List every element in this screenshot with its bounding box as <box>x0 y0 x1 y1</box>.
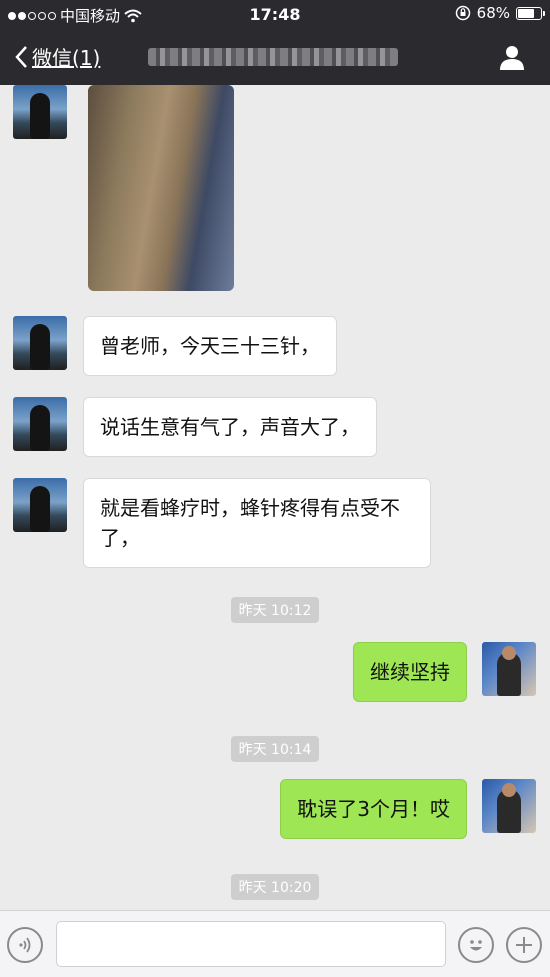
timestamp: 昨天 10:12 <box>0 597 550 623</box>
message-bubble[interactable]: 继续坚持 <box>353 642 467 702</box>
avatar[interactable] <box>13 397 67 451</box>
back-label: 微信(1) <box>32 46 101 70</box>
orientation-lock-icon <box>455 5 470 21</box>
message-text: 继续坚持 <box>370 660 450 684</box>
battery-percent: 68% <box>476 4 510 22</box>
chat-area[interactable]: 曾老师，今天三十三针， 说话生意有气了，声音大了， 就是看蜂疗时，蜂针疼得有点受… <box>0 85 550 910</box>
timestamp-label: 昨天 10:12 <box>230 597 320 623</box>
message-input[interactable] <box>56 921 446 967</box>
chevron-left-icon <box>15 45 27 68</box>
message-bubble[interactable]: 曾老师，今天三十三针， <box>83 316 337 376</box>
timestamp: 昨天 10:20 <box>0 874 550 900</box>
message-text: 就是看蜂疗时，蜂针疼得有点受不 <box>100 496 400 520</box>
emoji-icon <box>470 940 482 951</box>
status-bar: 中国移动 17:48 68% <box>0 0 550 28</box>
avatar[interactable] <box>13 85 67 139</box>
avatar[interactable] <box>13 478 67 532</box>
message-bubble[interactable]: 就是看蜂疗时，蜂针疼得有点受不 了， <box>83 478 431 568</box>
battery-icon <box>516 6 545 20</box>
timestamp: 昨天 10:14 <box>0 736 550 762</box>
plus-icon <box>516 937 532 953</box>
message-text: 曾老师，今天三十三针， <box>100 334 320 358</box>
message-text: 说话生意有气了，声音大了， <box>100 415 360 439</box>
nav-bar: 微信(1) <box>0 28 550 85</box>
back-button[interactable]: 微信(1) <box>14 42 100 71</box>
avatar[interactable] <box>482 779 536 833</box>
chat-title-blurred <box>148 48 398 66</box>
message-bubble[interactable]: 耽误了3个月！哎 <box>280 779 467 839</box>
avatar[interactable] <box>13 316 67 370</box>
voice-icon <box>19 937 31 953</box>
message-bubble[interactable]: 说话生意有气了，声音大了， <box>83 397 377 457</box>
emoji-button[interactable] <box>458 927 494 963</box>
image-message[interactable] <box>88 85 234 291</box>
message-text: 耽误了3个月！哎 <box>297 797 450 821</box>
input-bar <box>0 910 550 977</box>
contact-info-icon[interactable] <box>498 44 526 70</box>
timestamp-label: 昨天 10:20 <box>230 874 320 900</box>
message-text: 了， <box>100 526 140 550</box>
avatar[interactable] <box>482 642 536 696</box>
voice-button[interactable] <box>7 927 43 963</box>
more-button[interactable] <box>506 927 542 963</box>
status-right: 68% <box>455 4 545 22</box>
timestamp-label: 昨天 10:14 <box>230 736 320 762</box>
